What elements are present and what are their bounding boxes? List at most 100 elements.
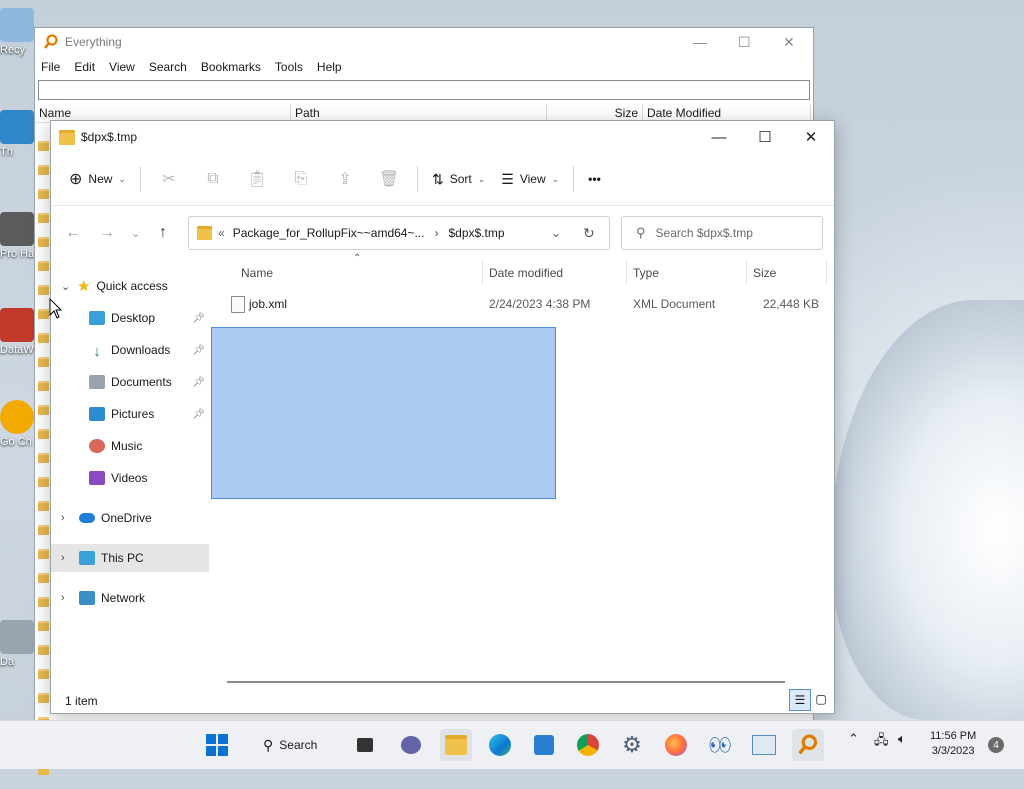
menu-search[interactable]: Search [149,60,187,74]
details-view-icon[interactable]: ☰ [789,689,811,711]
maximize-button[interactable]: ☐ [742,121,788,153]
pin-icon[interactable]: 📌︎ [192,377,205,388]
nav-downloads[interactable]: ↓ Downloads 📌︎ [51,336,209,364]
nav-videos[interactable]: Videos [51,464,209,492]
address-dropdown-icon[interactable]: ⌄ [551,226,561,240]
chrome-icon [577,734,599,756]
rename-icon[interactable]: ⎘ [289,170,313,188]
up-arrow-icon[interactable]: ↑ [159,224,167,242]
minimize-button[interactable]: — [696,121,742,153]
forward-arrow-icon[interactable]: → [99,224,115,242]
file-size: 22,448 KB [762,297,819,311]
close-button[interactable]: ✕ [788,121,834,153]
file-row[interactable]: job.xml 2/24/2023 4:38 PM XML Document 2… [211,291,831,317]
nav-quick-access[interactable]: ⌄ ★ Quick access [51,272,209,300]
firefox-taskbar-button[interactable] [660,729,692,761]
monitor-icon [0,110,34,144]
breadcrumb-package[interactable]: Package_for_RollupFix~~amd64~... [233,226,425,240]
recent-chevron-icon[interactable]: ⌄ [131,227,140,240]
search-icon: ⚲ [636,225,646,240]
view-button[interactable]: ☰ View ⌄ [493,163,567,195]
file-explorer-taskbar-button[interactable] [440,729,472,761]
start-button[interactable] [201,729,233,761]
everything-minimize-button[interactable]: — [693,34,707,50]
chevron-right-icon: › [61,592,65,604]
column-date-modified[interactable]: Date modified [489,257,563,289]
new-button[interactable]: ⊕ New ⌄ [61,163,134,195]
store-taskbar-button[interactable] [528,729,560,761]
everything-maximize-button[interactable]: ☐ [738,34,751,51]
sort-button[interactable]: ⇅ Sort ⌄ [424,163,493,195]
see-more-button[interactable]: ••• [580,163,609,195]
show-hidden-icons-chevron-icon[interactable]: ⌃ [848,731,859,747]
nav-this-pc[interactable]: › This PC [51,544,209,572]
back-arrow-icon[interactable]: ← [65,224,81,242]
settings-taskbar-button[interactable]: ⚙ [616,729,648,761]
clock[interactable]: 11:56 PM 3/3/2023 [930,729,976,759]
explorer-title: $dpx$.tmp [81,130,138,144]
pin-icon[interactable]: 📌︎ [192,345,205,356]
notification-badge[interactable]: 4 [988,737,1004,753]
edge-taskbar-button[interactable] [484,729,516,761]
download-icon: ↓ [93,343,101,360]
search-icon: ⚲ [263,736,274,753]
share-icon[interactable]: ⇪ [333,169,357,189]
explorer-titlebar[interactable]: $dpx$.tmp — ☐ ✕ [51,121,834,153]
everything-search-input[interactable] [38,80,810,100]
cloud-icon [79,513,95,523]
column-type[interactable]: Type [633,257,659,289]
everything-close-button[interactable]: ✕ [783,34,795,51]
paste-icon[interactable]: 📋︎ [245,169,269,189]
horizontal-scrollbar[interactable] [227,681,785,683]
task-view-button[interactable] [349,729,381,761]
menu-edit[interactable]: Edit [74,60,95,74]
menu-file[interactable]: File [41,60,60,74]
pin-icon[interactable]: 📌︎ [192,313,205,324]
recycle-bin-icon [0,8,34,42]
network-status-icon[interactable]: 🖧︎ [874,731,889,753]
refresh-icon[interactable]: ↻ [583,225,595,242]
pin-icon[interactable]: 📌︎ [192,409,205,420]
nav-music[interactable]: Music [51,432,209,460]
column-divider[interactable] [626,261,627,285]
search-box[interactable]: ⚲ Search $dpx$.tmp [621,216,823,250]
menu-view[interactable]: View [109,60,135,74]
breadcrumb-current[interactable]: $dpx$.tmp [448,226,504,240]
clock-date: 3/3/2023 [931,745,975,757]
view-list-icon: ☰ [501,170,514,187]
nav-documents[interactable]: Documents 📌︎ [51,368,209,396]
sort-ascending-icon: ⌃ [353,253,362,264]
clock-time: 11:56 PM [930,730,977,742]
app-taskbar-button[interactable]: 👀︎ [704,729,736,761]
cut-icon[interactable]: ✂ [157,169,181,189]
menu-bookmarks[interactable]: Bookmarks [201,60,261,74]
chevron-right-icon: › [61,552,65,564]
nav-desktop[interactable]: Desktop 📌︎ [51,304,209,332]
taskbar-search-button[interactable]: ⚲ Search [255,729,335,761]
column-divider[interactable] [482,261,483,285]
column-divider[interactable] [826,261,827,285]
everything-titlebar[interactable]: Everything — ☐ ✕ [35,28,813,56]
chrome-taskbar-button[interactable] [572,729,604,761]
delete-icon[interactable]: 🗑︎ [377,169,401,189]
datawrapper-icon [0,308,34,342]
address-bar[interactable]: « Package_for_RollupFix~~amd64~... › $dp… [188,216,610,250]
everything-title: Everything [65,35,122,49]
column-size[interactable]: Size [753,257,776,289]
column-name[interactable]: Name [241,257,273,289]
teams-chat-button[interactable] [395,729,427,761]
nav-network[interactable]: › Network [51,584,209,612]
resource-monitor-taskbar-button[interactable] [748,729,780,761]
menu-help[interactable]: Help [317,60,342,74]
navigation-pane: ⌄ ★ Quick access Desktop 📌︎ ↓ Downloads … [51,261,209,681]
taskbar: ⚲ Search ⚙ 👀︎ ⌃ 🖧︎ 🔈︎ 11:56 PM 3/3/2023 … [0,720,1024,769]
volume-icon[interactable]: 🔈︎ [898,731,906,747]
plus-circle-icon: ⊕ [69,171,83,188]
nav-onedrive[interactable]: › OneDrive [51,504,209,532]
tiles-view-icon[interactable]: ▢ [811,689,831,709]
column-divider[interactable] [746,261,747,285]
nav-pictures[interactable]: Pictures 📌︎ [51,400,209,428]
everything-taskbar-button[interactable] [792,729,824,761]
menu-tools[interactable]: Tools [275,60,303,74]
copy-icon[interactable]: ⧉ [201,170,225,188]
